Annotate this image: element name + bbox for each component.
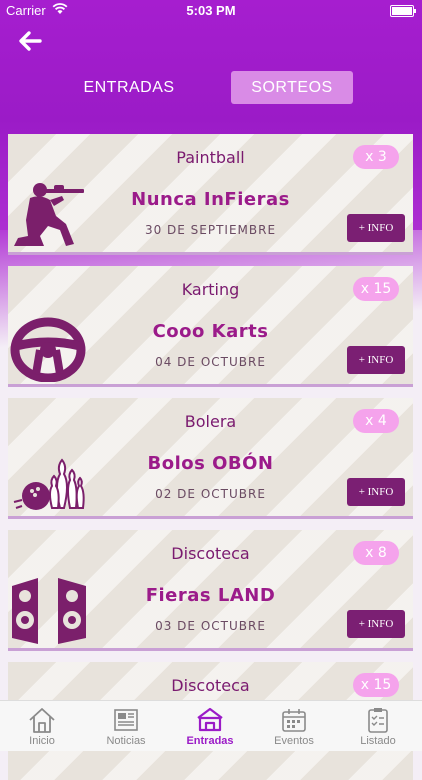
info-button[interactable]: + INFO	[347, 214, 405, 242]
steering-wheel-icon	[10, 317, 86, 382]
back-arrow-icon[interactable]	[16, 28, 44, 54]
raffle-card[interactable]: Paintball x 3 Nunca InFieras 30 DE SEPTI…	[8, 134, 413, 252]
tab-entradas-nav[interactable]: Entradas	[168, 701, 252, 751]
quantity-badge: x 15	[353, 277, 399, 301]
paintball-player-icon	[14, 183, 84, 246]
tab-entradas[interactable]: ENTRADAS	[68, 71, 190, 104]
tab-inicio[interactable]: Inicio	[0, 701, 84, 751]
quantity-badge: x 8	[353, 541, 399, 565]
info-button[interactable]: + INFO	[347, 610, 405, 638]
speakers-icon	[12, 578, 86, 644]
info-button[interactable]: + INFO	[347, 478, 405, 506]
tab-label: Entradas	[186, 735, 234, 747]
info-button[interactable]: + INFO	[347, 346, 405, 374]
raffle-card[interactable]: Karting x 15 Cooo Karts 04 DE OCTUBRE + …	[8, 266, 413, 384]
raffle-card[interactable]: Discoteca x 8 Fieras LAND 03 DE OCTUBRE …	[8, 530, 413, 648]
calendar-icon	[282, 709, 306, 732]
raffle-card[interactable]: Bolera x 4 Bolos OBÓN 02 DE OCTUBRE + IN…	[8, 398, 413, 516]
tab-sorteos[interactable]: SORTEOS	[231, 71, 353, 104]
status-bar: Carrier 5:03 PM	[0, 0, 422, 22]
tab-label: Noticias	[106, 735, 146, 747]
tab-noticias[interactable]: Noticias	[84, 701, 168, 751]
quantity-badge: x 3	[353, 145, 399, 169]
bottom-tab-bar: Inicio Noticias Entradas Eventos Listado	[0, 700, 422, 751]
tab-label: Listado	[360, 735, 396, 747]
tab-listado[interactable]: Listado	[336, 701, 420, 751]
bowling-icon	[13, 458, 85, 510]
tab-eventos[interactable]: Eventos	[252, 701, 336, 751]
tickets-icon	[197, 707, 223, 732]
tab-label: Inicio	[29, 735, 55, 747]
quantity-badge: x 15	[353, 673, 399, 697]
tab-label: Eventos	[274, 735, 314, 747]
quantity-badge: x 4	[353, 409, 399, 433]
clock: 5:03 PM	[186, 3, 236, 18]
checklist-icon	[368, 708, 388, 733]
news-icon	[114, 709, 138, 731]
battery-icon	[390, 5, 416, 17]
home-icon	[29, 708, 55, 733]
